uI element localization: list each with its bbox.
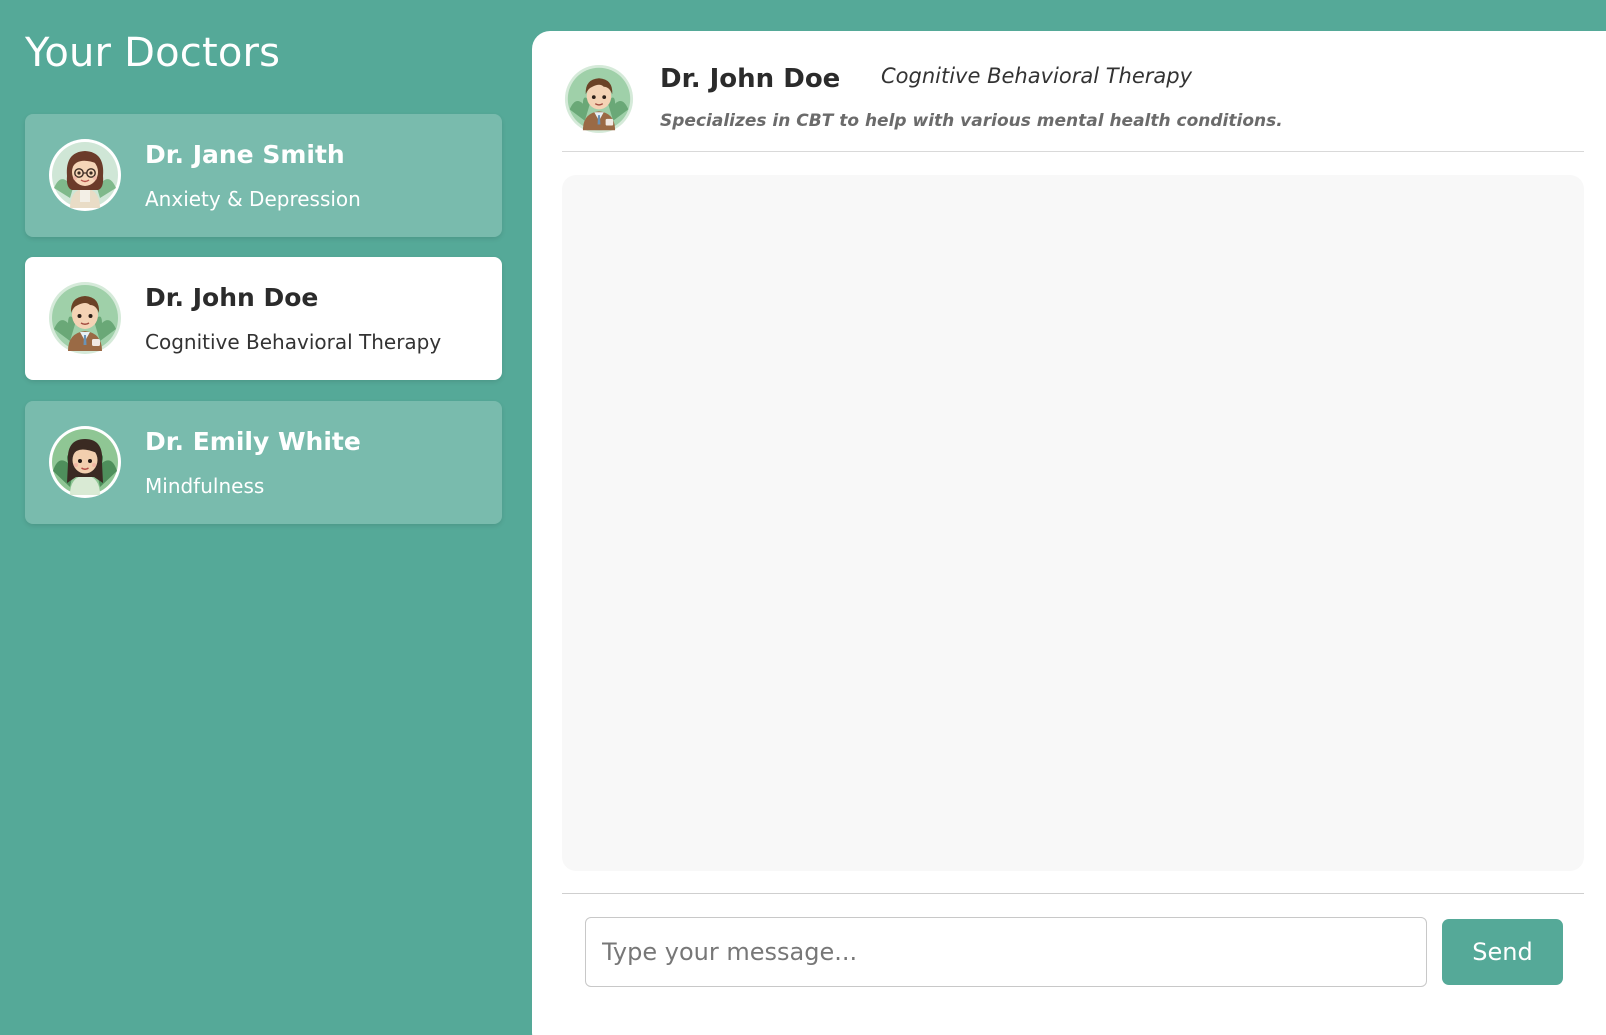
avatar-icon [48,138,122,212]
send-button[interactable]: Send [1442,919,1563,985]
doctor-sidebar: Your Doctors Dr. Jane Smith Anxiety & De… [0,0,520,1035]
doctor-card-jane-smith[interactable]: Dr. Jane Smith Anxiety & Depression [25,114,502,237]
doctor-name: Dr. Emily White [145,427,361,456]
message-area[interactable] [562,175,1584,871]
chat-header: Dr. John Doe Cognitive Behavioral Therap… [562,31,1584,152]
app-root: Your Doctors Dr. Jane Smith Anxiety & De… [0,0,1606,1035]
divider [562,893,1584,894]
avatar-icon [48,425,122,499]
chat-doctor-description: Specializes in CBT to help with various … [660,111,1283,131]
doctor-specialty: Anxiety & Depression [145,187,361,211]
doctor-specialty: Mindfulness [145,474,265,498]
chat-panel: Dr. John Doe Cognitive Behavioral Therap… [532,31,1606,1035]
sidebar-title: Your Doctors [25,30,281,76]
avatar-icon [48,281,122,355]
doctor-name: Dr. Jane Smith [145,140,345,169]
chat-doctor-name: Dr. John Doe [660,64,841,94]
doctor-card-john-doe[interactable]: Dr. John Doe Cognitive Behavioral Therap… [25,257,502,380]
chat-doctor-specialty: Cognitive Behavioral Therapy [881,64,1193,88]
doctor-card-emily-white[interactable]: Dr. Emily White Mindfulness [25,401,502,524]
message-input[interactable] [585,917,1427,987]
avatar-icon [564,64,634,134]
doctor-specialty: Cognitive Behavioral Therapy [145,330,442,354]
doctor-name: Dr. John Doe [145,283,319,312]
